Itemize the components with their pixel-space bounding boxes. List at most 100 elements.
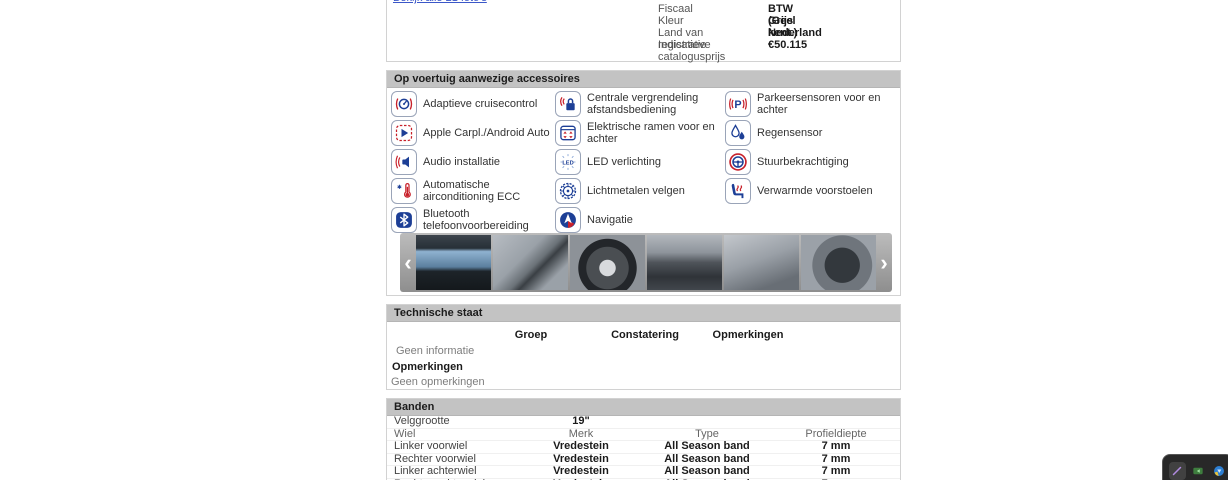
tyre-type: All Season band	[646, 441, 768, 453]
tyres-header-row: Wiel Merk Type Profieldiepte	[387, 429, 900, 442]
blue-extension-icon[interactable]	[1210, 462, 1227, 480]
heated-seats-icon	[725, 178, 751, 204]
svg-text:P: P	[734, 98, 741, 110]
accessory-label: Adaptieve cruisecontrol	[423, 98, 537, 110]
table-row: Rechter voorwiel Vredestein All Season b…	[387, 454, 900, 467]
tyre-brand: Vredestein	[516, 454, 646, 466]
accessory-item: Regensensor	[725, 118, 896, 147]
accessory-item: Lichtmetalen velgen	[555, 176, 725, 205]
photo-thumbnail-center-console-keys[interactable]	[647, 235, 722, 290]
accessory-item: Centrale vergrendeling afstandsbediening	[555, 89, 725, 118]
central-locking-icon	[555, 91, 581, 117]
accessory-label: Bluetooth telefoonvoorbereiding	[423, 208, 553, 232]
table-row: Linker achterwiel Vredestein All Season …	[387, 466, 900, 479]
tyre-depth: 7 mm	[768, 466, 904, 478]
detail-label: Kleur	[658, 15, 684, 27]
tyre-depth: 7 mm	[768, 454, 904, 466]
column-header-opmerkingen: Opmerkingen	[713, 329, 784, 341]
vehicle-detail-page: Bekijk alle 21 foto's FiscaalBTW (Geel k…	[0, 0, 1228, 480]
tyre-wheel: Linker voorwiel	[387, 441, 516, 453]
alloy-wheels-icon	[555, 178, 581, 204]
bluetooth-icon	[391, 207, 417, 233]
carousel-prev-button[interactable]: ‹	[400, 233, 416, 292]
svg-text:LED: LED	[562, 160, 573, 166]
remarks-title: Opmerkingen	[392, 361, 463, 373]
view-all-photos-link[interactable]: Bekijk alle 21 foto's	[393, 0, 487, 4]
green-extension-icon[interactable]	[1190, 462, 1207, 480]
photo-thumbnail-navigation-display[interactable]	[416, 235, 491, 290]
accessory-item: Audio installatie	[391, 147, 555, 176]
photo-thumbnail-steering-wheel[interactable]	[801, 235, 876, 290]
accessory-label: Regensensor	[757, 127, 822, 139]
accessory-label: Apple Carpl./Android Auto	[423, 127, 550, 139]
annotation-pen-icon[interactable]	[1169, 462, 1186, 480]
audio-icon	[391, 149, 417, 175]
accessory-label: Automatische airconditioning ECC	[423, 179, 553, 203]
tyre-depth: 7 mm	[768, 441, 904, 453]
electric-windows-icon	[555, 120, 581, 146]
accessory-label: Elektrische ramen voor en achter	[587, 121, 723, 145]
accessory-label: Lichtmetalen velgen	[587, 185, 685, 197]
accessories-grid: Adaptieve cruisecontrol Apple Carpl./And…	[391, 89, 898, 234]
technical-state-section: Technische staat Groep Constatering Opme…	[386, 304, 901, 390]
carplay-icon	[391, 120, 417, 146]
tyres-col-type: Type	[646, 429, 768, 441]
accessories-section: Op voertuig aanwezige accessoires Adapti…	[386, 70, 901, 296]
tyres-section-header: Banden	[387, 399, 900, 416]
no-remarks-text: Geen opmerkingen	[391, 376, 485, 388]
detail-label: Fiscaal	[658, 3, 693, 15]
accessory-item: P Parkeersensoren voor en achter	[725, 89, 896, 118]
carousel-next-button[interactable]: ›	[876, 233, 892, 292]
photo-thumbnail-alloy-wheel[interactable]	[570, 235, 645, 290]
tyre-wheel: Rechter voorwiel	[387, 454, 516, 466]
accessory-label: Audio installatie	[423, 156, 500, 168]
accessory-label: LED verlichting	[587, 156, 661, 168]
column-header-groep: Groep	[515, 329, 547, 341]
photo-thumbnail-door-panel[interactable]	[724, 235, 799, 290]
detail-value: Nederland	[768, 27, 822, 39]
vehicle-summary-section: Bekijk alle 21 foto's FiscaalBTW (Geel k…	[386, 0, 901, 62]
tyre-type: All Season band	[646, 454, 768, 466]
column-header-constatering: Constatering	[611, 329, 679, 341]
tyres-col-merk: Merk	[516, 429, 646, 441]
table-row: Linker voorwiel Vredestein All Season ba…	[387, 441, 900, 454]
rim-size-row: Velggrootte 19"	[387, 416, 900, 429]
photo-thumbnails	[416, 235, 876, 290]
accessory-item: Adaptieve cruisecontrol	[391, 89, 555, 118]
rain-sensor-icon	[725, 120, 751, 146]
navigation-icon	[555, 207, 581, 233]
parking-sensors-icon: P	[725, 91, 751, 117]
no-information-text: Geen informatie	[396, 345, 474, 357]
tyres-section: Banden Velggrootte 19" Wiel Merk Type Pr…	[386, 398, 901, 480]
accessory-item: Verwarmde voorstoelen	[725, 176, 896, 205]
accessory-item: Stuurbekrachtiging	[725, 147, 896, 176]
overlay-toolbar	[1162, 454, 1228, 480]
rim-size-value: 19"	[516, 416, 646, 428]
accessory-item: Elektrische ramen voor en achter	[555, 118, 725, 147]
rim-size-label: Velggrootte	[387, 416, 516, 428]
accessory-item: Apple Carpl./Android Auto	[391, 118, 555, 147]
tyres-col-profieldiepte: Profieldiepte	[768, 429, 904, 441]
tyres-table: Velggrootte 19" Wiel Merk Type Profieldi…	[387, 416, 900, 480]
photo-thumbnail-headlight[interactable]	[493, 235, 568, 290]
accessory-item: Automatische airconditioning ECC	[391, 176, 555, 205]
photo-carousel: ‹ ›	[400, 233, 892, 292]
detail-value: Grijs	[768, 15, 793, 27]
accessory-item: Bluetooth telefoonvoorbereiding	[391, 205, 555, 234]
detail-value: €50.115	[768, 39, 807, 51]
accessory-item: Navigatie	[555, 205, 725, 234]
accessory-label: Parkeersensoren voor en achter	[757, 92, 894, 116]
detail-label: Indicatieve catalogusprijs	[658, 39, 725, 63]
tyres-col-wiel: Wiel	[387, 429, 516, 441]
tyre-type: All Season band	[646, 466, 768, 478]
accessories-section-header: Op voertuig aanwezige accessoires	[387, 71, 900, 88]
power-steering-icon	[725, 149, 751, 175]
tyre-wheel: Linker achterwiel	[387, 466, 516, 478]
accessory-label: Navigatie	[587, 214, 633, 226]
led-lighting-icon: LED	[555, 149, 581, 175]
tyre-brand: Vredestein	[516, 466, 646, 478]
accessory-item: LED LED verlichting	[555, 147, 725, 176]
accessory-label: Verwarmde voorstoelen	[757, 185, 873, 197]
accessory-label: Stuurbekrachtiging	[757, 156, 849, 168]
climate-control-icon	[391, 178, 417, 204]
